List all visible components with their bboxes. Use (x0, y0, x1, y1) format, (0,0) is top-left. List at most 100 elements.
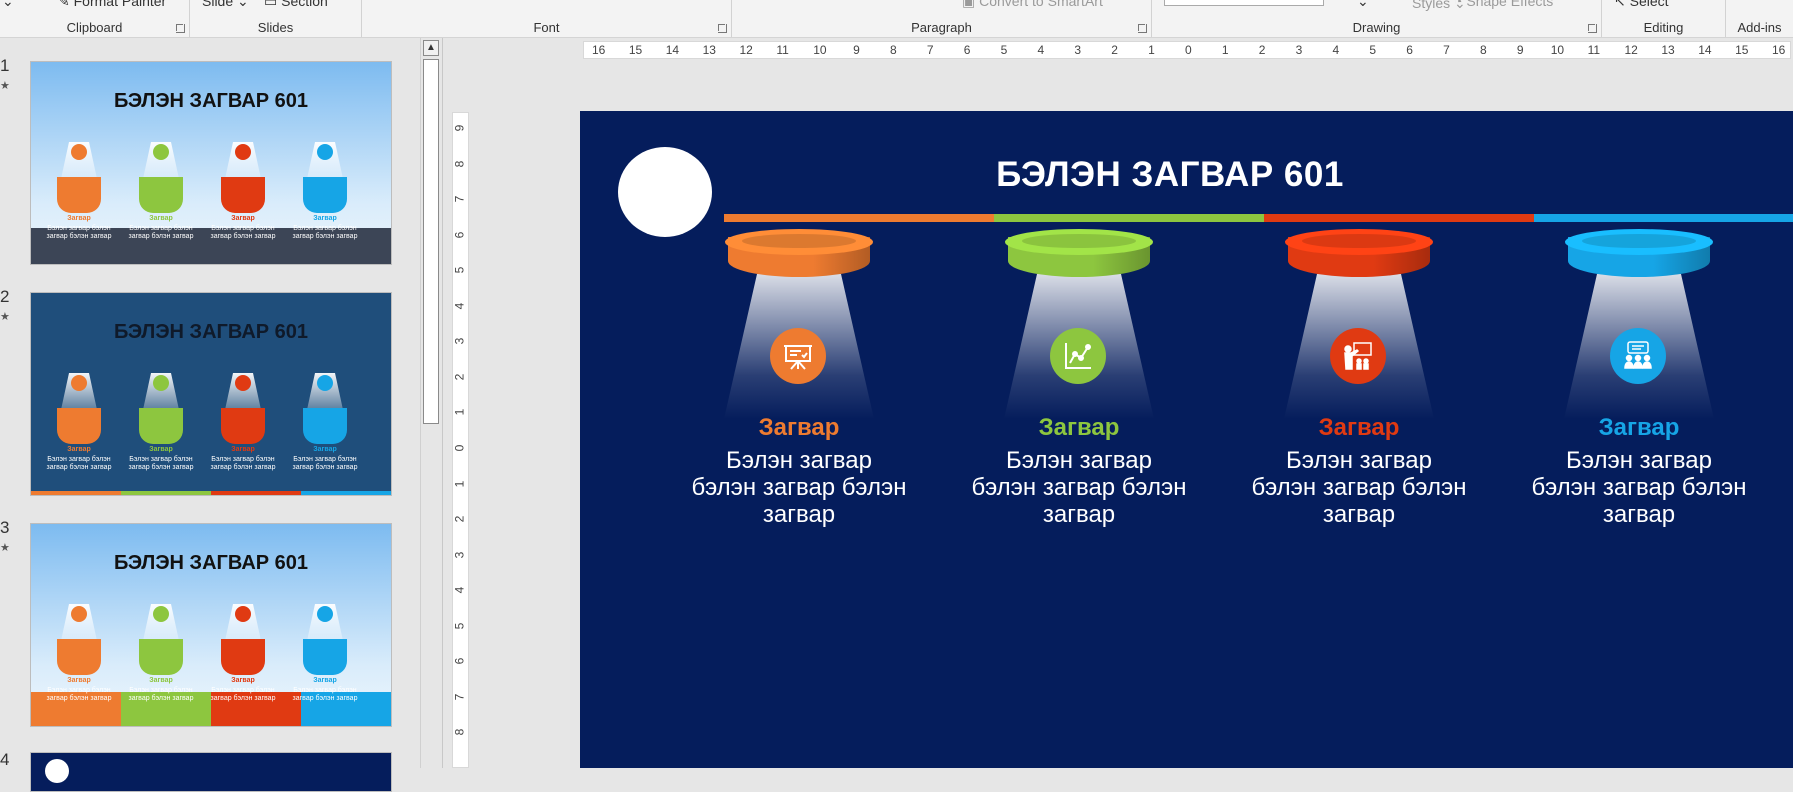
chevron-down-icon[interactable]: ⌄ (2, 0, 14, 10)
thumb-column-label: Загвар (149, 677, 173, 684)
column-label: Загвар (758, 414, 840, 441)
dialog-launcher-icon[interactable] (718, 24, 727, 33)
thumb-column-label: Загвар (313, 677, 337, 684)
ruler-tick-label: 9 (853, 43, 860, 57)
ruler-tick-label: 2 (452, 515, 467, 523)
ruler-tick-label: 12 (1624, 43, 1638, 57)
ruler-tick-label: 3 (1074, 43, 1082, 57)
thumbnail-number: 4 (0, 750, 10, 769)
ruler-tick-label: 3 (452, 551, 467, 558)
ruler-tick-label: 10 (813, 43, 827, 57)
cylinder-inner (1022, 234, 1136, 248)
thumb-column-text: Бэлэн загвар бэлэн загвар бэлэн загвар (210, 456, 276, 471)
thumb-column: Загвар Бэлэн загвар бэлэн загвар бэлэн за… (285, 594, 365, 726)
dialog-launcher-icon[interactable] (1138, 24, 1147, 33)
thumb-column-label: Загвар (231, 446, 255, 453)
column-orange[interactable]: Загвар Бэлэн загвар бэлэн загвар бэлэн з… (689, 229, 909, 589)
column-text: Бэлэн загвар бэлэн загвар бэлэн загвар (1251, 447, 1467, 528)
presentation-board-icon (770, 328, 826, 384)
thumbnails-scrollbar[interactable]: ▲ (420, 38, 440, 768)
ruler-tick-label: 15 (1735, 43, 1749, 57)
group-label-drawing: Drawing (1352, 20, 1401, 35)
thumb-column: Загвар Бэлэн загвар бэлэн загвар бэлэн за… (39, 363, 119, 495)
ruler-tick-label: 0 (452, 444, 467, 452)
thumb-column-text: Бэлэн загвар бэлэн загвар бэлэн загвар (46, 225, 112, 240)
slide-thumbnail-4[interactable] (30, 752, 392, 792)
slide-thumbnails-pane: 1 ★ БЭЛЭН ЗАГВАР 601 Загвар Загвар Загва… (0, 38, 443, 792)
ruler-tick-label: 11 (776, 43, 789, 57)
ribbon-group-addins: Add-ins (1726, 0, 1793, 37)
ribbon-group-editing: ↖ Select Editing (1602, 0, 1726, 37)
logo-placeholder-circle[interactable] (618, 147, 712, 237)
scroll-up-arrow-icon[interactable]: ▲ (423, 40, 439, 56)
ruler-tick-label: 1 (452, 480, 467, 487)
ruler-tick-label: 4 (452, 586, 467, 594)
column-red[interactable]: Загвар Бэлэн загвар бэлэн загвар бэлэн з… (1249, 229, 1469, 589)
thumb-column-text: Бэлэн загвар бэлэн загвар бэлэн загвар (128, 456, 194, 471)
group-label-clipboard: Clipboard (66, 20, 123, 35)
underline-segment-orange (724, 214, 994, 222)
format-painter-button[interactable]: ✎ Format Painter (58, 0, 166, 10)
cylinder-inner (1582, 234, 1696, 248)
thumbnail-title: БЭЛЭН ЗАГВАР 601 (113, 552, 309, 574)
section-label: Section (281, 0, 328, 9)
ruler-tick-label: 1 (452, 409, 467, 416)
dialog-launcher-icon[interactable] (1588, 24, 1597, 33)
ruler-tick-label: 13 (1661, 43, 1675, 57)
ruler-tick-label: 0 (1185, 43, 1192, 57)
thumbnail-number: 3 (0, 518, 10, 537)
ruler-tick-label: 4 (1037, 43, 1045, 57)
vertical-ruler[interactable]: 9 8 7 6 5 4 3 2 1 0 1 2 3 4 5 6 7 8 (452, 112, 469, 768)
shape-gallery[interactable] (1164, 0, 1324, 6)
thumbnail-color-bar (31, 491, 391, 495)
slide-thumbnail-1[interactable]: БЭЛЭН ЗАГВАР 601 Загвар Загвар Загвар За… (30, 61, 392, 265)
title-underline (724, 214, 1793, 222)
thumb-column-text: Бэлэн загвар бэлэн загвар бэлэн загвар (128, 225, 194, 240)
scrollbar-thumb[interactable] (423, 59, 439, 424)
convert-smartart-label: Convert to SmartArt (979, 0, 1103, 9)
select-button[interactable]: ↖ Select (1614, 0, 1669, 10)
ribbon-group-drawing: ⌄ Styles ⌄ ◔ Shape Effects Drawing (1152, 0, 1602, 37)
shape-effects-button[interactable]: ◔ Shape Effects (1454, 0, 1553, 9)
slide-title[interactable]: БЭЛЭН ЗАГВАР 601 (780, 155, 1560, 195)
thumb-column: Загвар Бэлэн загвар бэлэн загвар бэлэн за… (121, 363, 201, 495)
chevron-down-icon[interactable]: ⌄ (1357, 0, 1369, 10)
thumb-column: Загвар Бэлэн загвар бэлэн загвар бэлэн за… (203, 594, 283, 726)
cylinder-inner (742, 234, 856, 248)
thumbnail-logo (45, 759, 69, 783)
ruler-tick-label: 2 (452, 373, 467, 381)
ruler-tick-label: 2 (1258, 43, 1266, 57)
thumb-column-label: Загвар (67, 446, 91, 453)
ruler-tick-label: 3 (452, 337, 467, 345)
dialog-launcher-icon[interactable] (176, 24, 185, 33)
new-slide-button[interactable]: Slide ⌄ (202, 0, 249, 10)
column-blue[interactable]: Загвар Бэлэн загвар бэлэн загвар бэлэн з… (1529, 229, 1749, 589)
ruler-tick-label: 8 (452, 160, 467, 167)
convert-smartart-button[interactable]: ▣ Convert to SmartArt (962, 0, 1103, 10)
slide-canvas[interactable]: БЭЛЭН ЗАГВАР 601 Загвар Бэлэн загвар бэл… (580, 111, 1793, 768)
ruler-tick-label: 5 (1369, 43, 1377, 57)
thumbnail-number: 2 (0, 287, 10, 306)
slide-thumbnail-3[interactable]: БЭЛЭН ЗАГВАР 601 Загвар Бэлэн загвар бэлэ… (30, 523, 392, 727)
slide-thumbnail-2[interactable]: БЭЛЭН ЗАГВАР 601 Загвар Бэлэн загвар бэлэ… (30, 292, 392, 496)
ruler-tick-label: 7 (926, 43, 934, 57)
ribbon-group-paragraph: ▣ Convert to SmartArt Paragraph (732, 0, 1152, 37)
column-text: Бэлэн загвар бэлэн загвар бэлэн загвар (1531, 447, 1747, 528)
thumb-column: Загвар Бэлэн загвар бэлэн загвар бэлэн за… (121, 594, 201, 726)
cylinder-inner (1302, 234, 1416, 248)
ruler-tick-label: 1 (1221, 43, 1229, 57)
section-button[interactable]: ▭ Section (264, 0, 328, 10)
ruler-tick-label: 10 (1550, 43, 1565, 57)
horizontal-ruler[interactable]: 16 15 14 13 12 11 10 9 8 7 6 5 4 3 2 1 0 1 2 3 4 5 6 7 8 9 10 11 12 1… (583, 41, 1791, 59)
ruler-tick-label: 6 (452, 657, 467, 665)
group-label-paragraph: Paragraph (911, 20, 972, 35)
thumb-column-text: Бэлэн загвар бэлэн загвар бэлэн загвар (46, 687, 112, 702)
thumb-column-text: Бэлэн загвар бэлэн загвар бэлэн загвар (292, 456, 358, 471)
ruler-tick-label: 6 (452, 231, 467, 238)
group-label-editing: Editing (1643, 20, 1684, 35)
ribbon-group-slides: Slide ⌄ ▭ Section Slides (190, 0, 362, 37)
column-green[interactable]: Загвар Бэлэн загвар бэлэн загвар бэлэн з… (969, 229, 1189, 589)
thumb-column: Загвар Бэлэн загвар бэлэн загвар бэлэн за… (285, 363, 365, 495)
ruler-tick-label: 7 (1443, 43, 1450, 57)
underline-segment-blue (1534, 214, 1793, 222)
